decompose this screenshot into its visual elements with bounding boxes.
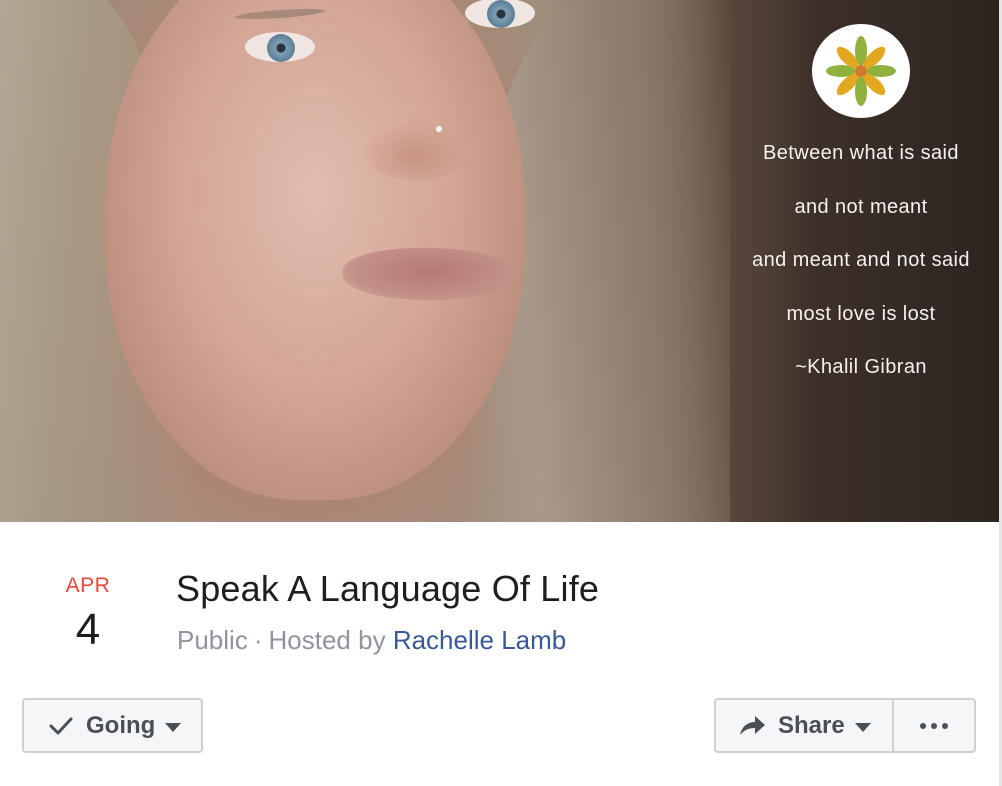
quote-line: and meant and not said [752, 249, 970, 271]
eye-left [245, 32, 315, 62]
quote-line: Between what is said [763, 142, 959, 164]
event-page: Between what is said and not meant and m… [0, 0, 1002, 786]
quote-attribution: ~Khalil Gibran [795, 356, 927, 378]
eye-right [465, 0, 535, 28]
caret-down-icon [165, 722, 182, 732]
lips [343, 248, 518, 300]
nose [360, 120, 470, 180]
cover-portrait-face [105, 0, 535, 500]
going-label: Going [86, 711, 156, 739]
meta-separator: · [253, 625, 263, 655]
more-options-button[interactable] [892, 698, 976, 753]
host-link[interactable]: Rachelle Lamb [393, 625, 566, 655]
event-title: Speak A Language Of Life [176, 568, 600, 609]
brow-left [234, 6, 326, 22]
more-dots-icon [920, 722, 948, 729]
check-icon [48, 716, 74, 736]
event-privacy: Public [177, 625, 248, 655]
event-date-month: APR [65, 574, 111, 597]
going-button[interactable]: Going [22, 698, 203, 753]
nose-stud [436, 126, 442, 132]
share-arrow-icon [738, 715, 766, 737]
quote-line: and not meant [794, 195, 928, 218]
caret-down-icon [854, 722, 871, 732]
mandala-logo-icon [812, 24, 910, 118]
event-cover-photo[interactable]: Between what is said and not meant and m… [0, 0, 1000, 522]
quote-line: most love is lost [786, 302, 936, 325]
share-button[interactable]: Share [714, 698, 894, 753]
share-label: Share [778, 711, 845, 739]
cover-quote: Between what is said and not meant and m… [720, 138, 1000, 406]
hosted-by-prefix: Hosted by [268, 625, 386, 655]
event-date-day: 4 [75, 605, 101, 654]
event-meta: Public · Hosted by Rachelle Lamb [177, 625, 566, 656]
